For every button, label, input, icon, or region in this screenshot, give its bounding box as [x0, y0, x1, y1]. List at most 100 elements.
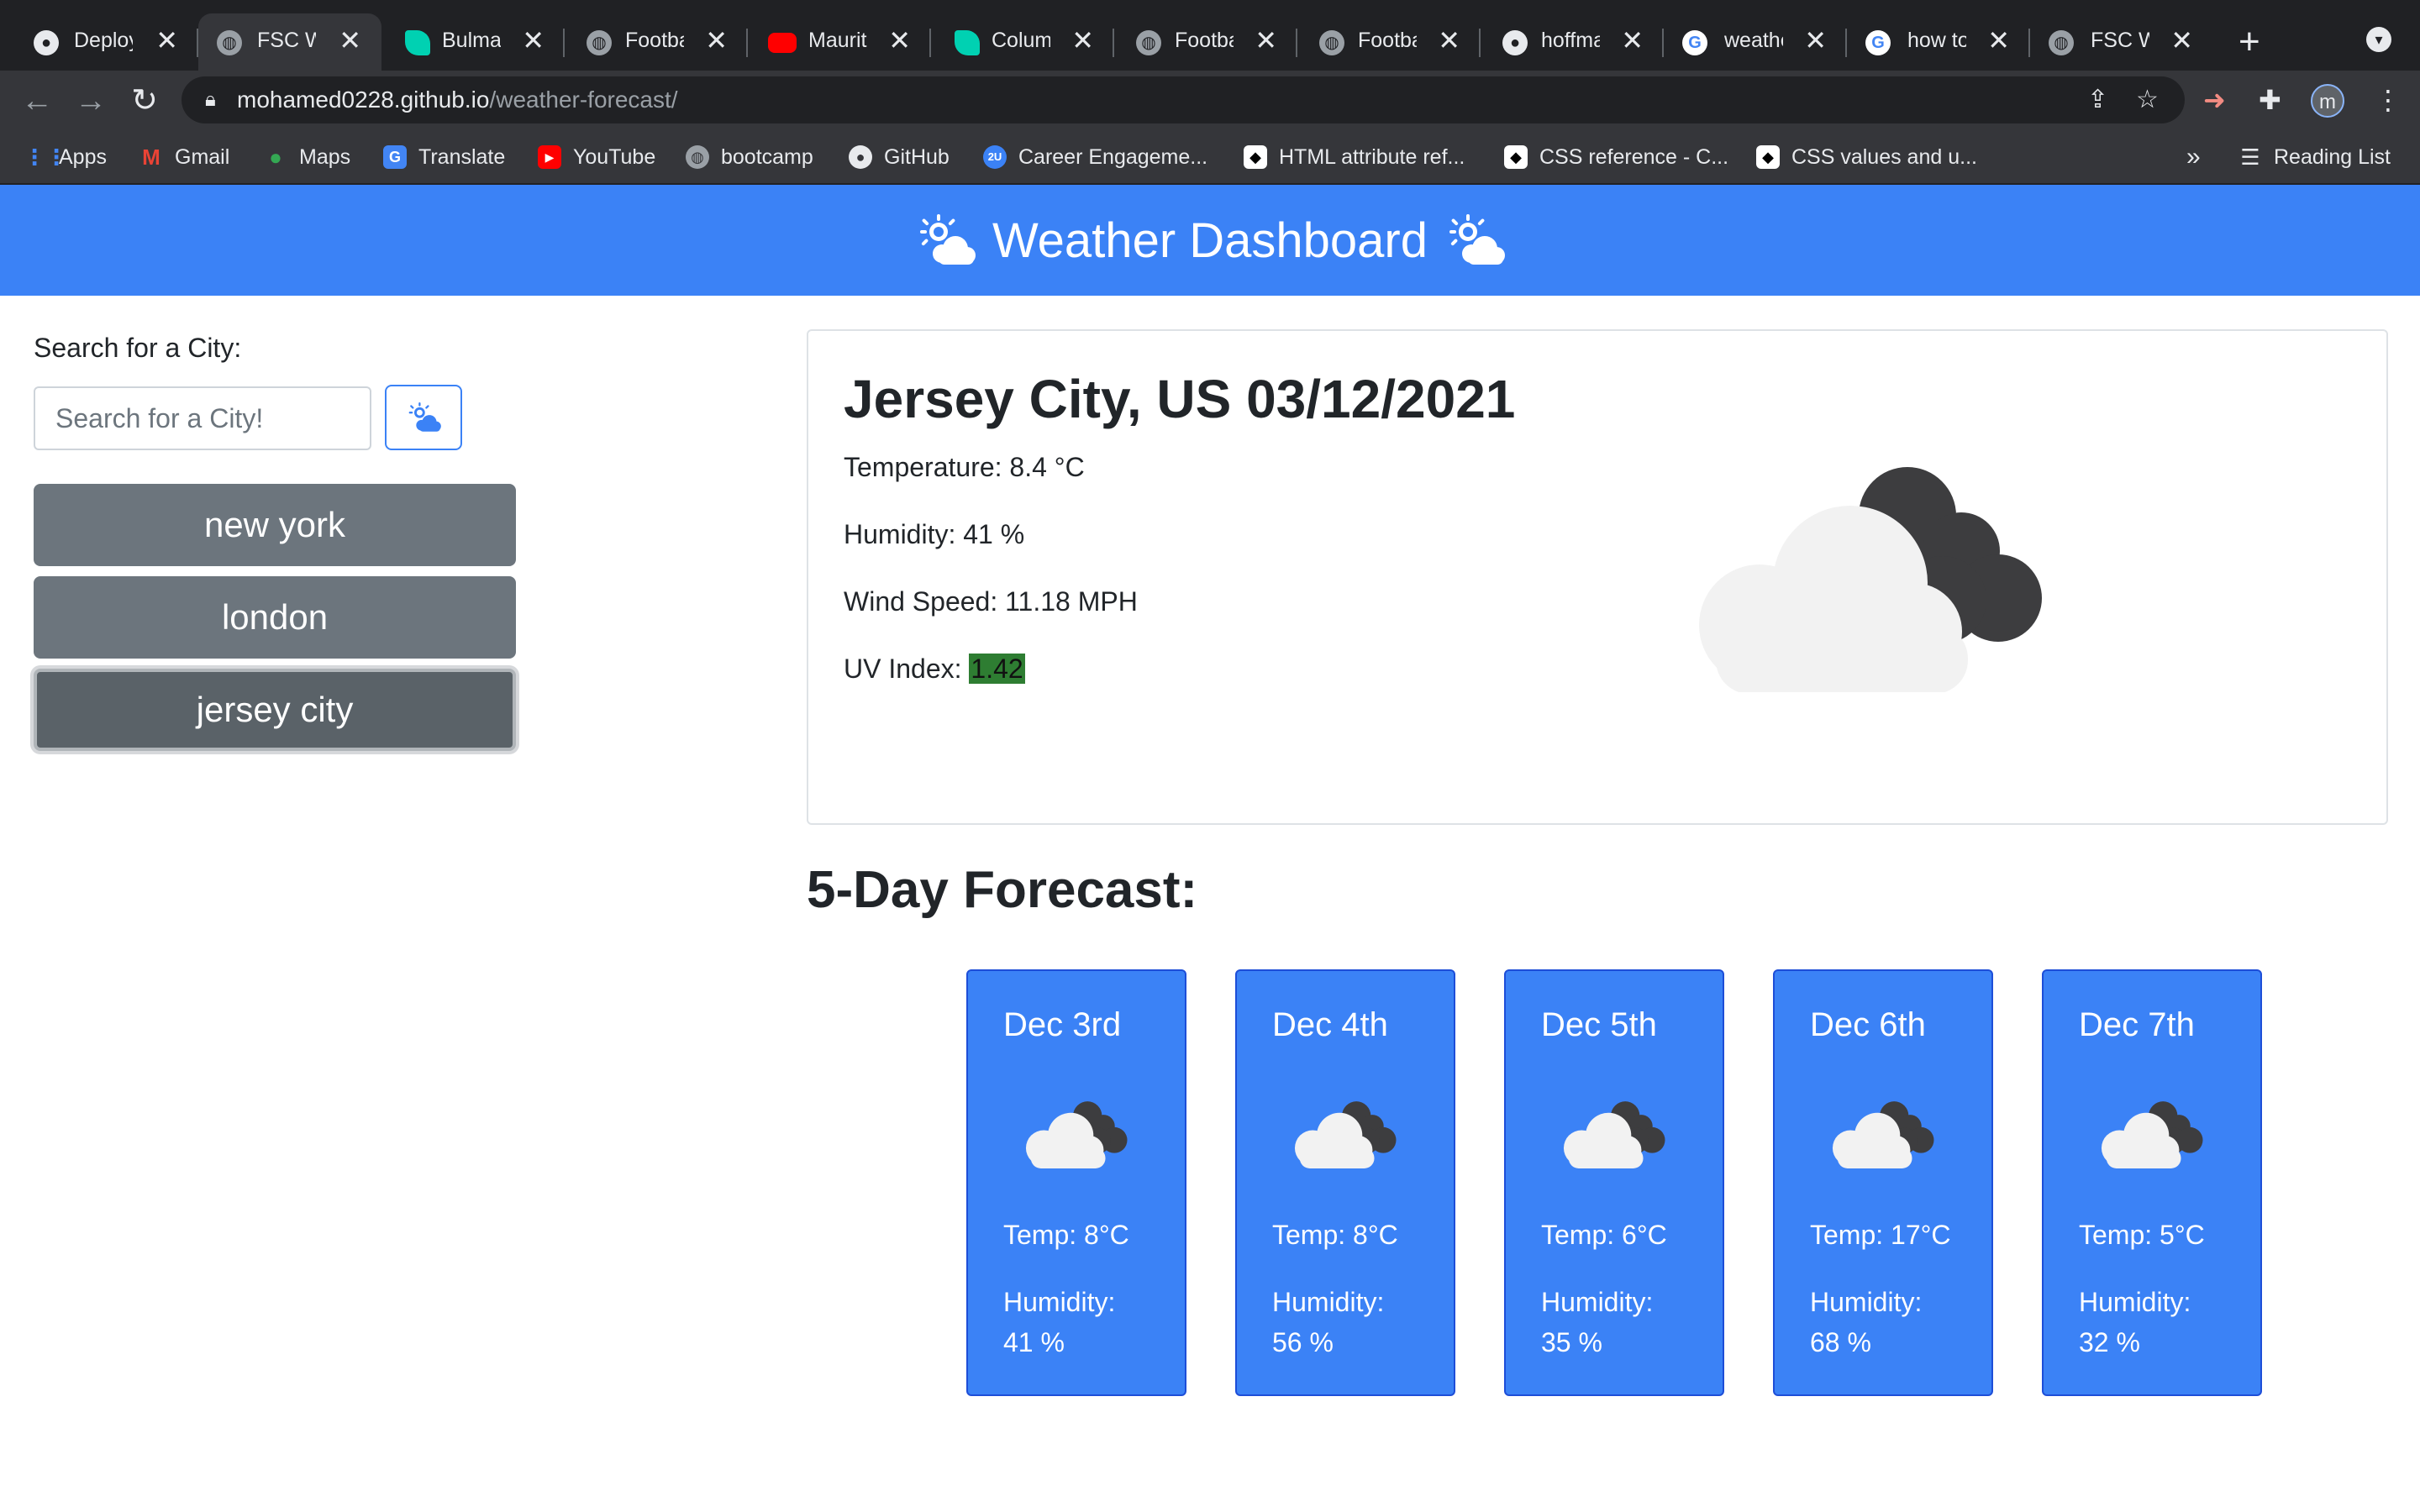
- current-uv-index: UV Index: 1.42: [844, 654, 1025, 685]
- lock-icon: 🔒︎: [205, 88, 216, 111]
- avatar[interactable]: m: [2311, 84, 2344, 118]
- tab-label: Football: [1358, 29, 1417, 52]
- cloud-moon-icon: [1563, 1101, 1665, 1168]
- search-input[interactable]: [34, 386, 371, 450]
- bookmark-apps[interactable]: ⋮⋮ Apps: [24, 143, 107, 171]
- close-icon[interactable]: ✕: [155, 25, 178, 55]
- browser-tab[interactable]: Column ✕: [931, 13, 1114, 71]
- browser-tab[interactable]: Bulma: I ✕: [381, 13, 565, 71]
- browser-tab[interactable]: ● hoffmar ✕: [1481, 13, 1664, 71]
- extensions-puzzle-icon[interactable]: ✚: [2259, 82, 2281, 118]
- bookmarks-overflow[interactable]: »: [2186, 143, 2201, 171]
- close-icon[interactable]: ✕: [339, 25, 361, 55]
- reading-list-icon: ☰: [2240, 144, 2260, 170]
- bookmarks-bar: ⋮⋮ Apps M Gmail ● Maps G Translate ▶ You…: [0, 129, 2420, 185]
- maps-pin-icon: ●: [269, 144, 282, 170]
- close-icon[interactable]: ✕: [1621, 25, 1644, 55]
- search-history: new york london jersey city: [34, 484, 518, 761]
- youtube-icon: ▶: [538, 145, 561, 169]
- globe-icon: ◍: [686, 145, 709, 169]
- bookmark-gmail[interactable]: M Gmail: [139, 143, 229, 171]
- browser-tab[interactable]: ◍ Football ✕: [565, 13, 748, 71]
- browser-tab-active[interactable]: ◍ FSC We ✕: [198, 13, 381, 71]
- forecast-date: Dec 6th: [1810, 1006, 1926, 1043]
- history-city-button-active[interactable]: jersey city: [34, 669, 516, 751]
- bookmark-label: Maps: [299, 144, 351, 169]
- forecast-card: Dec 3rd Temp: 8°C Humidity: 41 %: [966, 969, 1186, 1396]
- reading-list-label: Reading List: [2274, 144, 2391, 169]
- apps-grid-icon: ⋮⋮: [24, 144, 67, 170]
- new-tab-button[interactable]: +: [2238, 24, 2260, 60]
- forecast-humidity-value: 56 %: [1272, 1327, 1334, 1357]
- github-icon: ●: [1502, 30, 1528, 55]
- current-city-title: Jersey City, US 03/12/2021: [844, 369, 1516, 429]
- bookmark-github[interactable]: ● GitHub: [849, 143, 950, 171]
- url-path: /weather-forecast/: [489, 87, 678, 113]
- youtube-icon: [768, 33, 797, 53]
- current-weather-card: Jersey City, US 03/12/2021 Temperature: …: [807, 329, 2388, 825]
- current-humidity: Humidity: 41 %: [844, 519, 1025, 549]
- forward-button[interactable]: →: [72, 82, 109, 119]
- bookmark-star-icon[interactable]: ☆: [2136, 87, 2159, 113]
- address-bar[interactable]: 🔒︎ mohamed0228.github.io/weather-forecas…: [182, 76, 2185, 123]
- close-icon[interactable]: ✕: [1804, 25, 1827, 55]
- close-icon[interactable]: ✕: [1987, 25, 2010, 55]
- history-city-button[interactable]: london: [34, 576, 516, 659]
- bookmark-youtube[interactable]: ▶ YouTube: [538, 143, 655, 171]
- forecast-humidity-label: Humidity:: [2079, 1287, 2191, 1317]
- bookmark-bootcamp[interactable]: ◍ bootcamp: [686, 143, 813, 171]
- close-icon[interactable]: ✕: [1438, 25, 1460, 55]
- browser-tab[interactable]: Maurita ✕: [748, 13, 931, 71]
- bookmark-maps[interactable]: ● Maps: [264, 143, 350, 171]
- page-title: Weather Dashboard: [913, 213, 1507, 269]
- forecast-date: Dec 4th: [1272, 1006, 1388, 1043]
- bookmark-label: Career Engageme...: [1018, 144, 1208, 169]
- reload-button[interactable]: ↻: [126, 82, 163, 119]
- bookmark-css-ref[interactable]: ◆ CSS reference - C...: [1504, 143, 1728, 171]
- reading-list[interactable]: ☰ Reading List: [2238, 143, 2391, 171]
- search-button[interactable]: [385, 385, 462, 450]
- bookmark-label: CSS reference - C...: [1539, 144, 1729, 169]
- share-icon[interactable]: ⇪: [2087, 87, 2108, 113]
- tab-search-icon[interactable]: ▾: [2366, 27, 2391, 52]
- tab-label: weather: [1724, 29, 1783, 52]
- cloud-sun-icon: [919, 214, 976, 265]
- tab-label: how to l: [1907, 29, 1966, 52]
- forecast-title: 5-Day Forecast:: [807, 861, 1198, 919]
- browser-tab[interactable]: G how to l ✕: [1847, 13, 2030, 71]
- browser-tab[interactable]: ◍ Football ✕: [1297, 13, 1481, 71]
- menu-kebab-icon[interactable]: ⋮: [2375, 82, 2402, 118]
- overflow-chevron-icon: »: [2186, 143, 2201, 171]
- tab-label: FSC We: [2091, 29, 2149, 52]
- bookmark-css-values[interactable]: ◆ CSS values and u...: [1756, 143, 1977, 171]
- browser-tab[interactable]: ● Deploym ✕: [0, 13, 198, 71]
- extension-icon[interactable]: ➜: [2203, 82, 2226, 118]
- tab-label: hoffmar: [1541, 29, 1600, 52]
- close-icon[interactable]: ✕: [1255, 25, 1277, 55]
- close-icon[interactable]: ✕: [888, 25, 911, 55]
- back-button[interactable]: ←: [18, 82, 55, 119]
- forecast-humidity-label: Humidity:: [1541, 1287, 1654, 1317]
- google-icon: G: [1682, 30, 1707, 55]
- close-icon[interactable]: ✕: [2170, 25, 2193, 55]
- tab-label: Bulma: I: [442, 29, 501, 52]
- close-icon[interactable]: ✕: [1071, 25, 1094, 55]
- browser-tab[interactable]: ◍ Football ✕: [1114, 13, 1297, 71]
- current-temperature: Temperature: 8.4 °C: [844, 452, 1085, 482]
- bookmark-translate[interactable]: G Translate: [383, 143, 505, 171]
- close-icon[interactable]: ✕: [705, 25, 728, 55]
- forecast-humidity-value: 32 %: [2079, 1327, 2140, 1357]
- history-city-button[interactable]: new york: [34, 484, 516, 566]
- url-text[interactable]: mohamed0228.github.io/weather-forecast/: [237, 87, 678, 113]
- forecast-humidity-label: Humidity:: [1810, 1287, 1923, 1317]
- browser-tab[interactable]: G weather ✕: [1664, 13, 1847, 71]
- bookmark-html-ref[interactable]: ◆ HTML attribute ref...: [1244, 143, 1465, 171]
- bookmark-career[interactable]: 2U Career Engageme...: [983, 143, 1207, 171]
- browser-tab[interactable]: ◍ FSC We ✕: [2030, 13, 2213, 71]
- forecast-humidity-label: Humidity:: [1272, 1287, 1385, 1317]
- close-icon[interactable]: ✕: [522, 25, 544, 55]
- bulma-icon: [405, 30, 430, 55]
- cloud-moon-icon: [1699, 467, 2042, 692]
- tab-label: Deploym: [74, 29, 133, 52]
- mdn-icon: ◆: [1756, 145, 1780, 169]
